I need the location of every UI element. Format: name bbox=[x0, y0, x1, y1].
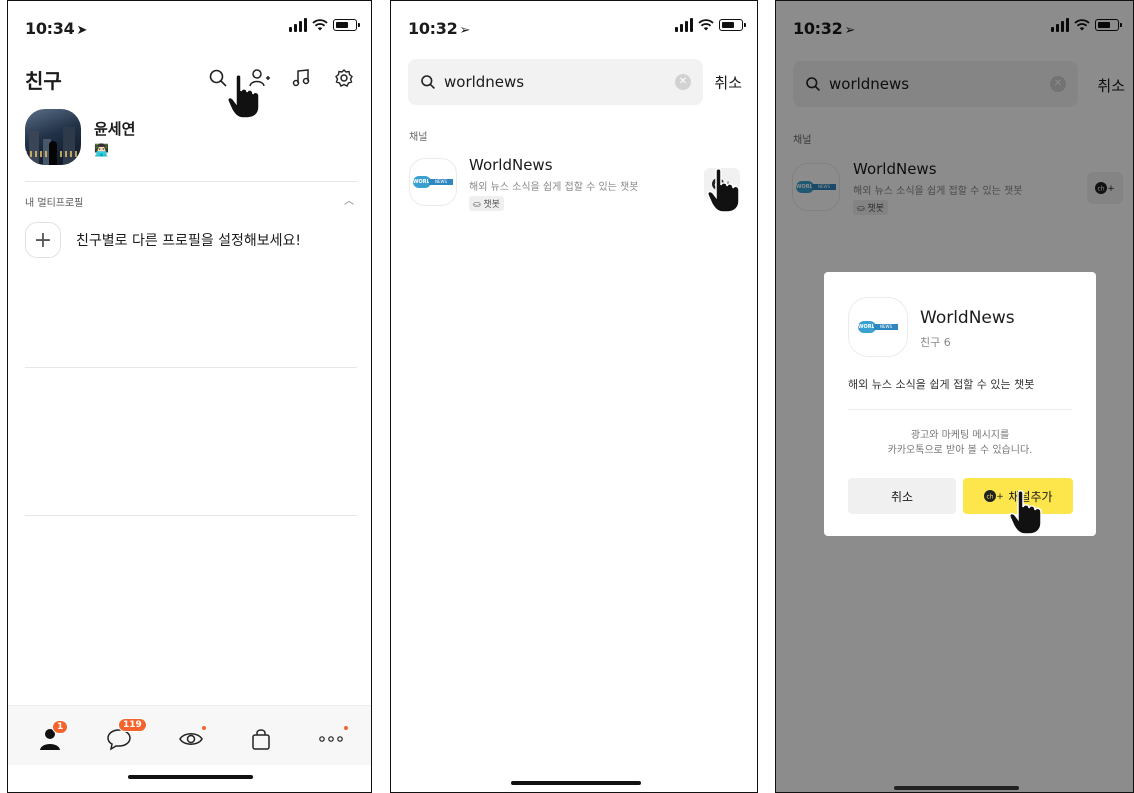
tab-chats[interactable]: 119 bbox=[104, 718, 147, 752]
signal-icon bbox=[289, 18, 307, 32]
svg-text:+: + bbox=[997, 492, 1005, 502]
battery-icon bbox=[333, 19, 360, 31]
dialog-cancel-button[interactable]: 취소 bbox=[848, 478, 956, 514]
my-profile[interactable]: 윤세연 👨🏻‍💻 bbox=[25, 109, 135, 165]
dialog-description: 해외 뉴스 소식을 쉽게 접할 수 있는 챗봇 bbox=[848, 378, 1035, 391]
status-bar: 10:32 ➢ bbox=[391, 15, 757, 41]
location-arrow-icon: ➤ bbox=[76, 23, 88, 38]
bot-icon: ⛀ bbox=[473, 200, 484, 210]
tab-view[interactable] bbox=[176, 726, 206, 752]
channel-logo[interactable]: WORLD NEWS bbox=[409, 158, 457, 206]
search-input[interactable]: worldnews bbox=[444, 73, 524, 91]
multi-profile-prompt: 친구별로 다른 프로필을 설정해보세요! bbox=[76, 233, 302, 249]
settings-icon[interactable] bbox=[333, 67, 355, 89]
channel-name[interactable]: WorldNews bbox=[469, 156, 553, 174]
view-new-dot bbox=[202, 726, 206, 730]
dialog-note: 광고와 마케팅 메시지를 카카오톡으로 받아 볼 수 있습니다. bbox=[887, 430, 1033, 456]
search-bar[interactable]: worldnews ✕ bbox=[408, 59, 703, 105]
status-bar: 10:34 ➤ bbox=[8, 15, 371, 41]
tab-friends[interactable]: 1 bbox=[36, 720, 69, 752]
chats-badge: 119 bbox=[118, 718, 147, 732]
divider bbox=[25, 515, 357, 516]
home-indicator bbox=[894, 786, 1019, 790]
dialog-channel-name: WorldNews bbox=[920, 308, 1015, 328]
cancel-button[interactable]: 취소 bbox=[714, 72, 742, 93]
dialog-channel-logo: WORLD NEWS bbox=[848, 297, 908, 357]
shopping-bag-icon bbox=[252, 729, 270, 750]
pointing-hand-icon bbox=[1009, 490, 1042, 535]
divider bbox=[25, 181, 357, 182]
page-title: 친구 bbox=[25, 69, 62, 93]
divider bbox=[848, 409, 1072, 410]
svg-text:ch: ch bbox=[987, 494, 994, 501]
location-arrow-icon: ➢ bbox=[459, 23, 471, 38]
bottom-tab-bar: 1 119 bbox=[8, 705, 371, 765]
tab-shopping[interactable] bbox=[246, 726, 276, 752]
tab-more[interactable] bbox=[316, 726, 348, 752]
divider bbox=[25, 367, 357, 368]
dialog-friend-count: 친구 6 bbox=[920, 336, 951, 349]
pointing-hand-icon bbox=[707, 168, 740, 213]
plus-icon[interactable]: + bbox=[25, 222, 61, 258]
search-screen: 10:32 ➢ worldnews ✕ 취소 채널 WORLD NEWS World… bbox=[390, 0, 758, 793]
signal-icon bbox=[675, 18, 693, 32]
home-indicator bbox=[511, 781, 641, 785]
more-icon bbox=[319, 736, 343, 742]
multi-profile-create[interactable]: + 친구별로 다른 프로필을 설정해보세요! bbox=[25, 222, 301, 258]
music-icon[interactable] bbox=[291, 67, 313, 89]
add-channel-dialog-screen: 10:32 ➢ worldnews ✕ 취소 채널 WORLD NEWS World… bbox=[775, 0, 1134, 793]
wifi-icon bbox=[698, 19, 714, 31]
multi-profile-label: 내 멀티프로필 bbox=[25, 198, 84, 209]
battery-icon bbox=[719, 19, 746, 31]
wifi-icon bbox=[312, 19, 328, 31]
channel-add-icon: ch+ bbox=[984, 490, 1005, 502]
more-new-dot bbox=[344, 726, 348, 730]
view-eye-icon bbox=[179, 733, 203, 745]
profile-status-emoji: 👨🏻‍💻 bbox=[94, 142, 109, 157]
status-time: 10:32 bbox=[408, 19, 458, 38]
clear-icon[interactable]: ✕ bbox=[675, 74, 691, 90]
add-channel-dialog: WORLD NEWS WorldNews 친구 6 해외 뉴스 소식을 쉽게 접할… bbox=[824, 272, 1096, 536]
status-time: 10:34 bbox=[25, 19, 75, 38]
channel-tag: ⛀ 챗봇 bbox=[469, 196, 504, 211]
friends-badge: 1 bbox=[52, 720, 69, 734]
home-indicator bbox=[128, 775, 253, 779]
friends-screen: 10:34 ➤ 친구 윤세연 👨🏻‍💻 내 멀티프로필 ︿ + 친구별로 다른 프… bbox=[7, 0, 372, 793]
profile-name: 윤세연 bbox=[94, 119, 136, 138]
avatar bbox=[25, 109, 81, 165]
channel-description: 해외 뉴스 소식을 쉽게 접할 수 있는 챗봇 bbox=[469, 182, 639, 193]
search-icon bbox=[421, 75, 435, 89]
pointing-hand-icon bbox=[227, 74, 260, 119]
section-label: 채널 bbox=[409, 132, 428, 143]
chevron-up-icon[interactable]: ︿ bbox=[344, 192, 354, 207]
